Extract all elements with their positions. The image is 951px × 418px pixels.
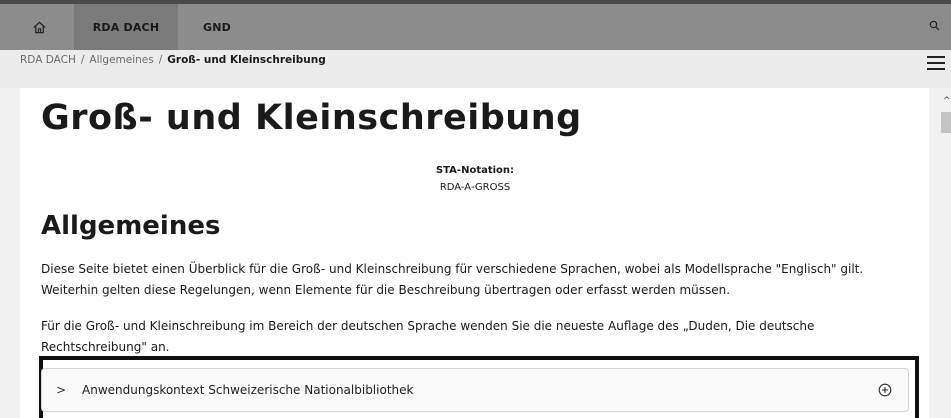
sta-notation-value: RDA-A-GROSS (439, 182, 511, 193)
sta-notation-label: STA-Notation: (435, 165, 515, 176)
section-title: Allgemeines (41, 211, 221, 241)
scroll-up-arrow-icon[interactable]: ^ (943, 96, 951, 106)
plus-circle-icon[interactable] (878, 383, 892, 397)
breadcrumb-current: Groß- und Kleinschreibung (167, 54, 326, 66)
breadcrumb: RDA DACH / Allgemeines / Groß- und Klein… (20, 54, 326, 66)
breadcrumb-separator: / (158, 54, 163, 66)
left-gutter (0, 88, 20, 418)
accordion-label: Anwendungskontext Schweizerische Nationa… (82, 383, 414, 397)
chevron-right-icon: > (56, 383, 67, 397)
search-icon[interactable] (927, 18, 943, 34)
tab-gnd[interactable]: GND (203, 4, 243, 50)
breadcrumb-separator: / (80, 54, 85, 66)
home-icon (32, 21, 46, 33)
tab-rda-dach[interactable]: RDA DACH (74, 4, 178, 50)
duden-paragraph: Für die Groß- und Kleinschreibung im Ber… (41, 319, 815, 354)
intro-paragraph: Diese Seite bietet einen Überblick für d… (41, 262, 864, 297)
breadcrumb-item-allgemeines[interactable]: Allgemeines (89, 54, 153, 66)
accordion-anwendungskontext[interactable]: > Anwendungskontext Schweizerische Natio… (41, 368, 909, 412)
home-button[interactable] (17, 4, 61, 50)
breadcrumb-item-rda-dach[interactable]: RDA DACH (20, 54, 76, 66)
page-title: Groß- und Kleinschreibung (41, 98, 582, 138)
breadcrumb-bar: RDA DACH / Allgemeines / Groß- und Klein… (0, 50, 951, 88)
hamburger-menu-icon[interactable] (927, 56, 945, 72)
top-navigation-bar: RDA DACH GND (0, 0, 951, 50)
scrollbar-thumb[interactable] (941, 112, 951, 133)
scrollbar-track[interactable] (929, 88, 951, 418)
